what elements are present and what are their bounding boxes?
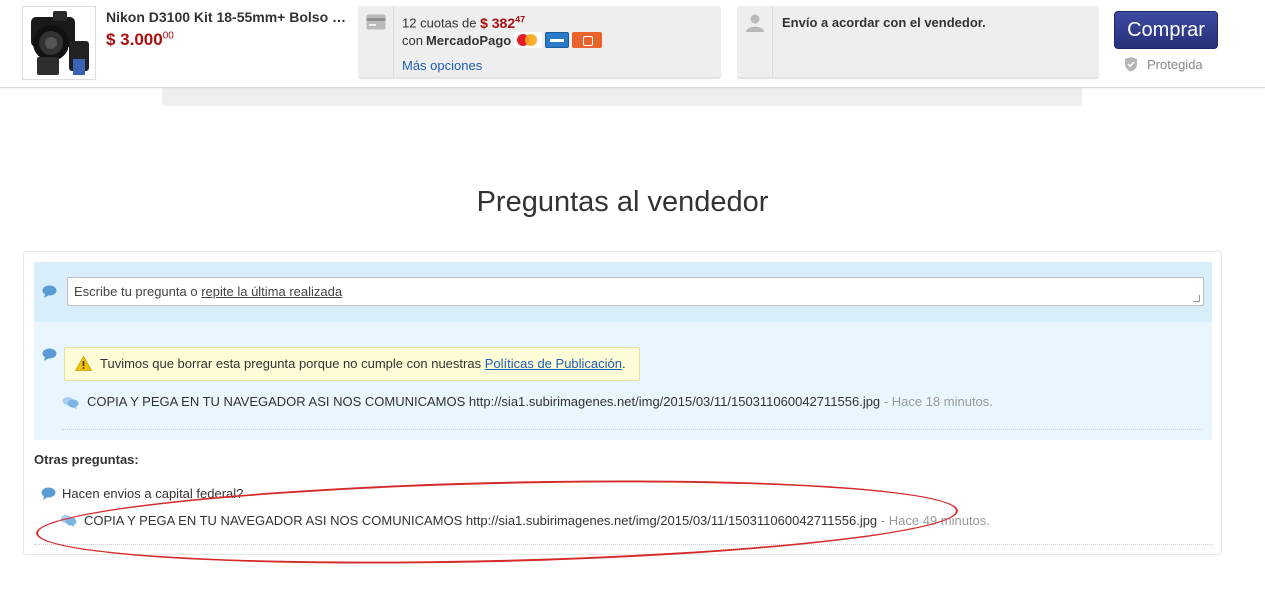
speech-bubble-icon	[41, 487, 56, 500]
protected-label: Protegida	[1147, 56, 1203, 72]
payment-provider-line: con MercadoPago	[402, 32, 603, 48]
buy-button[interactable]: Comprar	[1114, 11, 1218, 49]
installment-cents: 47	[515, 14, 526, 24]
questions-title: Preguntas al vendedor	[476, 186, 769, 218]
publication-policies-link[interactable]: Políticas de Publicación	[485, 356, 622, 371]
amex-icon	[545, 32, 570, 48]
my-question-answer: COPIA Y PEGA EN TU NAVEGADOR ASI NOS COM…	[62, 394, 993, 409]
user-icon	[746, 14, 764, 32]
shield-check-icon	[1125, 57, 1137, 72]
answer-bubbles-icon	[60, 515, 77, 527]
divider	[34, 544, 1212, 545]
other-question: Hacen envios a capital federal?	[41, 486, 243, 501]
more-payment-options-link[interactable]: Más opciones	[402, 58, 482, 73]
other-question-answer: COPIA Y PEGA EN TU NAVEGADOR ASI NOS COM…	[60, 513, 990, 528]
speech-bubble-icon	[42, 348, 57, 361]
answer-text: COPIA Y PEGA EN TU NAVEGADOR ASI NOS COM…	[87, 394, 881, 409]
with-label: con	[402, 32, 423, 48]
camera-image-icon	[31, 11, 89, 75]
warning-text: Tuvimos que borrar esta pregunta porque …	[100, 356, 482, 371]
shipping-text: Envío a acordar con el vendedor.	[782, 15, 986, 30]
price-main: $ 3.000	[106, 30, 163, 49]
sticky-purchase-header: Nikon D3100 Kit 18-55mm+ Bolso + Sd4gb+ …	[0, 0, 1265, 88]
repeat-last-question-link[interactable]: repite la última realizada	[201, 284, 342, 299]
question-input-placeholder: Escribe tu pregunta o	[74, 284, 198, 299]
answer-bubbles-icon	[62, 397, 79, 409]
other-answer-time: - Hace 49 minutos.	[880, 513, 990, 528]
payment-card: 12 cuotas de $ 38247 con MercadoPago Más…	[358, 6, 721, 79]
other-questions-label: Otras preguntas:	[34, 452, 139, 467]
ask-question-area: Escribe tu pregunta o repite la última r…	[34, 262, 1212, 322]
mastercard-icon	[514, 32, 543, 48]
protected-purchase: Protegida	[1123, 56, 1203, 72]
installments-text: 12 cuotas de $ 38247	[402, 14, 525, 31]
other-question-text: Hacen envios a capital federal?	[62, 486, 244, 501]
question-input[interactable]: Escribe tu pregunta o repite la última r…	[67, 277, 1204, 306]
price-cents: 00	[162, 30, 174, 42]
installments-prefix: 12 cuotas de	[402, 15, 477, 31]
answer-time: - Hace 18 minutos.	[883, 394, 993, 409]
warning-icon	[75, 356, 92, 371]
other-card-icon	[572, 32, 603, 48]
product-title[interactable]: Nikon D3100 Kit 18-55mm+ Bolso + Sd4gb+	[106, 9, 351, 25]
other-answer-text: COPIA Y PEGA EN TU NAVEGADOR ASI NOS COM…	[84, 513, 878, 528]
questions-box: Escribe tu pregunta o repite la última r…	[23, 251, 1222, 555]
textarea-resize-handle[interactable]	[1193, 295, 1200, 302]
installment-amount: $ 38247	[480, 14, 526, 31]
shipping-card: Envío a acordar con el vendedor.	[737, 6, 1099, 79]
divider	[62, 429, 1202, 430]
product-price: $ 3.00000	[106, 30, 174, 50]
payment-provider: MercadoPago	[425, 32, 512, 48]
payment-icon-column	[358, 6, 394, 77]
product-thumbnail[interactable]	[22, 6, 96, 80]
shipping-icon-column	[737, 6, 773, 77]
deleted-question-warning: Tuvimos que borrar esta pregunta porque …	[64, 347, 640, 381]
my-question-block: Tuvimos que borrar esta pregunta porque …	[34, 322, 1212, 440]
speech-bubble-icon	[42, 285, 57, 298]
credit-card-icon	[366, 14, 386, 30]
warning-end: .	[622, 356, 626, 371]
